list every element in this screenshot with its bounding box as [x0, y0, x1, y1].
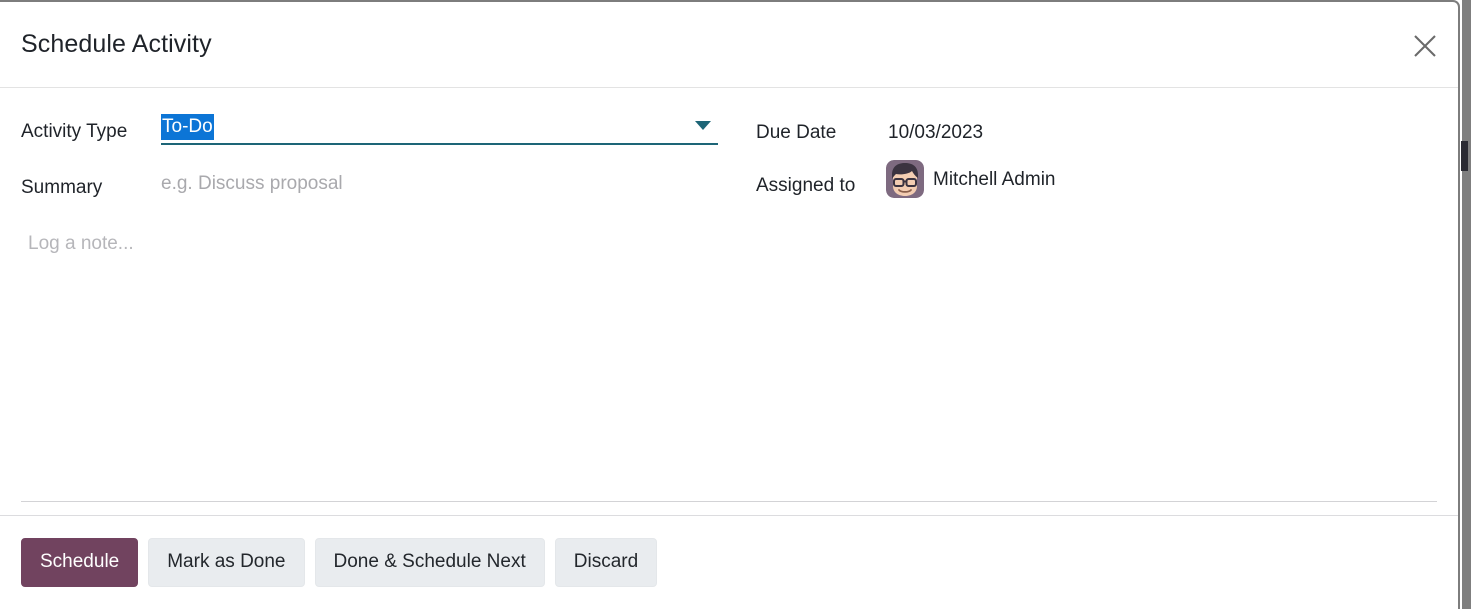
schedule-activity-dialog: Schedule Activity Activity Type To-Do Su… — [0, 0, 1460, 609]
assigned-to-name: Mitchell Admin — [933, 168, 1056, 190]
screen: Schedule Activity Activity Type To-Do Su… — [0, 0, 1471, 609]
log-note-input[interactable] — [28, 232, 1028, 442]
body-divider — [21, 501, 1437, 502]
schedule-button[interactable]: Schedule — [21, 538, 139, 587]
mark-as-done-button[interactable]: Mark as Done — [148, 538, 305, 587]
discard-button[interactable]: Discard — [554, 538, 658, 587]
activity-type-value[interactable]: To-Do — [161, 114, 214, 140]
due-date-label: Due Date — [756, 122, 837, 143]
background-page-strip — [1461, 0, 1471, 609]
due-date-value[interactable]: 10/03/2023 — [888, 123, 983, 142]
summary-input[interactable] — [161, 170, 718, 198]
dialog-header: Schedule Activity — [0, 2, 1458, 88]
activity-type-select[interactable]: To-Do — [161, 113, 718, 145]
assigned-to-label: Assigned to — [756, 175, 856, 196]
dialog-footer: Schedule Mark as Done Done & Schedule Ne… — [0, 515, 1458, 609]
chevron-down-icon[interactable] — [695, 121, 711, 130]
close-icon[interactable] — [1402, 23, 1448, 69]
done-and-schedule-next-button[interactable]: Done & Schedule Next — [314, 538, 545, 587]
avatar — [886, 160, 924, 198]
summary-label: Summary — [21, 177, 103, 198]
background-artifact — [1461, 141, 1468, 171]
activity-type-label: Activity Type — [21, 121, 128, 142]
dialog-title: Schedule Activity — [21, 30, 212, 58]
assigned-to-value[interactable]: Mitchell Admin — [886, 160, 1056, 198]
dialog-body: Activity Type To-Do Summary Due Date 10/… — [0, 88, 1458, 515]
